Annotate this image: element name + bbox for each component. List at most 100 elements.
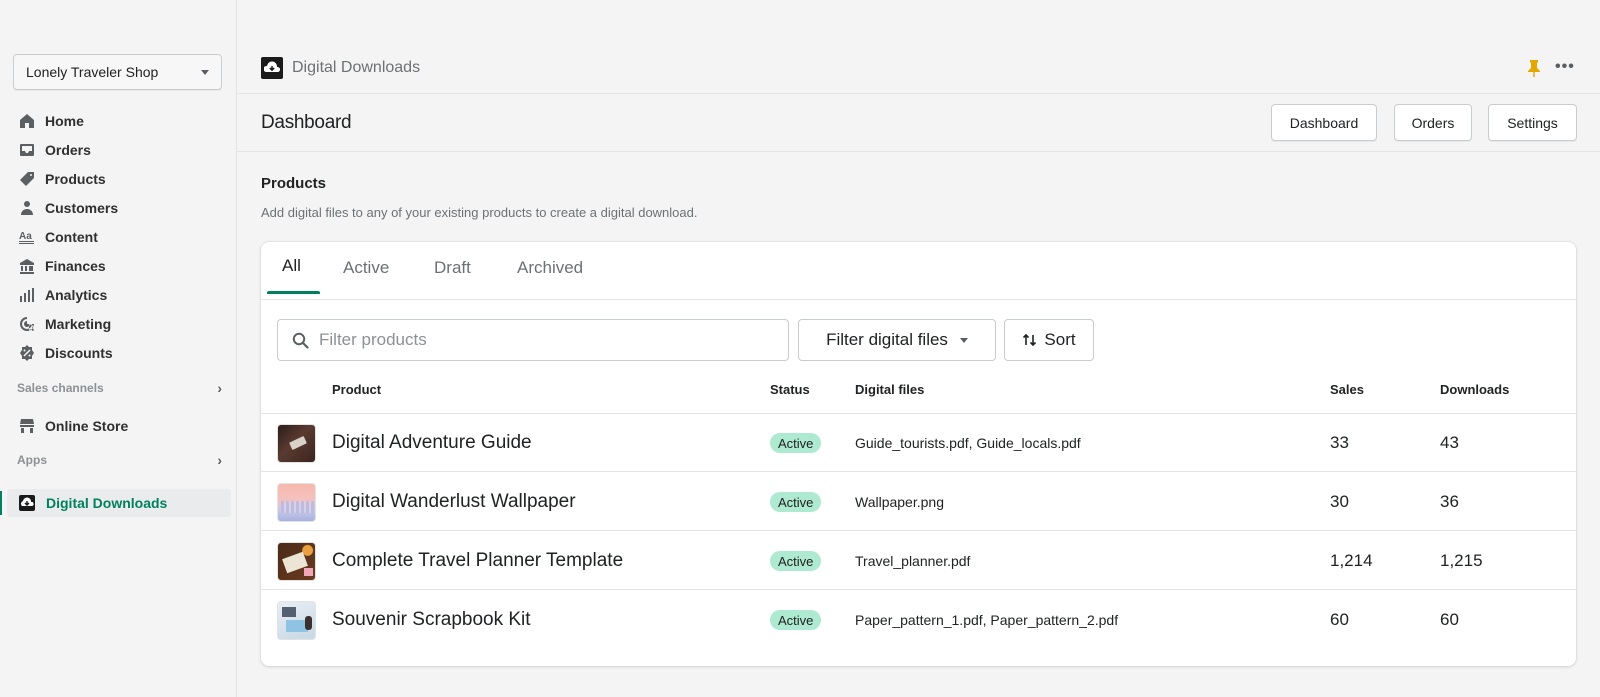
discount-icon — [19, 344, 35, 361]
table-row[interactable]: Digital Adventure Guide Active Guide_tou… — [261, 414, 1576, 472]
app-header: Digital Downloads ••• — [237, 44, 1600, 94]
nav-label: Products — [45, 170, 106, 187]
filter-products-input[interactable] — [319, 330, 769, 350]
nav-item-products[interactable]: Products — [0, 164, 236, 193]
nav-item-orders[interactable]: Orders — [0, 135, 236, 164]
product-name[interactable]: Complete Travel Planner Template — [332, 550, 623, 572]
status-badge: Active — [770, 551, 822, 571]
orders-icon — [19, 142, 35, 158]
column-header-status[interactable]: Status — [770, 382, 810, 397]
tab-archived[interactable]: Archived — [517, 258, 583, 278]
product-name[interactable]: Digital Wanderlust Wallpaper — [332, 491, 576, 513]
digital-files: Guide_tourists.pdf, Guide_locals.pdf — [855, 435, 1081, 451]
status-badge: Active — [770, 610, 822, 630]
status-badge: Active — [770, 433, 822, 453]
column-header-product[interactable]: Product — [332, 382, 381, 397]
downloads-count: 60 — [1440, 610, 1459, 629]
settings-button[interactable]: Settings — [1488, 104, 1577, 141]
person-icon — [19, 200, 35, 216]
download-app-icon — [19, 495, 35, 511]
store-icon — [19, 418, 35, 434]
chevron-right-icon[interactable]: › — [217, 452, 222, 468]
downloads-count: 36 — [1440, 492, 1459, 511]
nav-item-home[interactable]: Home — [0, 106, 236, 135]
nav-label: Content — [45, 228, 98, 245]
downloads-count: 43 — [1440, 433, 1459, 452]
active-indicator — [0, 491, 2, 515]
product-name[interactable]: Digital Adventure Guide — [332, 432, 532, 454]
nav-label: Online Store — [45, 417, 129, 434]
tab-all[interactable]: All — [282, 256, 301, 276]
tab-draft[interactable]: Draft — [434, 258, 471, 278]
table-row[interactable]: Digital Wanderlust Wallpaper Active Wall… — [261, 473, 1576, 531]
downloads-count: 1,215 — [1440, 551, 1483, 570]
online-store-item[interactable]: Online Store — [0, 411, 236, 440]
home-icon — [19, 113, 35, 129]
app-title-text: Digital Downloads — [292, 59, 421, 76]
filter-digital-files-button[interactable]: Filter digital files — [798, 319, 996, 361]
nav-label: Digital Downloads — [46, 495, 168, 511]
svg-text:Aa: Aa — [19, 231, 32, 242]
shop-selector[interactable]: Lonely Traveler Shop — [13, 54, 222, 90]
more-actions-icon[interactable]: ••• — [1555, 59, 1575, 75]
nav-item-marketing[interactable]: Marketing — [0, 309, 236, 338]
nav-label: Customers — [45, 199, 119, 216]
products-description: Add digital files to any of your existin… — [261, 205, 698, 220]
product-thumbnail — [277, 542, 316, 581]
tab-active[interactable]: Active — [343, 258, 389, 278]
product-thumbnail — [277, 601, 316, 640]
nav-label: Discounts — [45, 344, 113, 361]
digital-files: Wallpaper.png — [855, 494, 944, 510]
orders-button[interactable]: Orders — [1394, 104, 1472, 141]
column-header-downloads[interactable]: Downloads — [1440, 382, 1509, 397]
sort-label: Sort — [1044, 330, 1076, 349]
dashboard-button[interactable]: Dashboard — [1271, 104, 1377, 141]
sidebar: Lonely Traveler Shop Home Orders Product… — [0, 0, 237, 697]
chevron-right-icon[interactable]: › — [217, 380, 222, 396]
nav-item-online-store[interactable]: Online Store — [0, 411, 236, 440]
search-field[interactable] — [277, 319, 789, 361]
sales-channels-label: Sales channels — [17, 381, 104, 395]
column-header-digital-files[interactable]: Digital files — [855, 382, 924, 397]
product-tabs: All Active Draft Archived — [261, 242, 1576, 300]
apps-header[interactable]: Apps › — [17, 452, 222, 468]
nav-label: Finances — [45, 257, 106, 274]
bar-chart-icon — [19, 287, 35, 303]
caret-down-icon — [959, 337, 968, 343]
nav-item-content[interactable]: Aa Content — [0, 222, 236, 251]
target-icon — [19, 316, 35, 332]
digital-files: Travel_planner.pdf — [855, 553, 971, 569]
sort-button[interactable]: Sort — [1004, 319, 1094, 361]
nav-item-discounts[interactable]: Discounts — [0, 338, 236, 367]
table-row[interactable]: Souvenir Scrapbook Kit Active Paper_patt… — [261, 591, 1576, 649]
nav-item-customers[interactable]: Customers — [0, 193, 236, 222]
sales-channels-header[interactable]: Sales channels › — [17, 380, 222, 396]
selected-tab-indicator — [267, 291, 320, 294]
sales-count: 1,214 — [1330, 551, 1373, 570]
column-header-sales[interactable]: Sales — [1330, 382, 1364, 397]
product-name[interactable]: Souvenir Scrapbook Kit — [332, 609, 531, 631]
sales-count: 30 — [1330, 492, 1349, 511]
nav-label: Home — [45, 112, 84, 129]
bank-icon — [19, 258, 35, 274]
main-nav: Home Orders Products Customers Aa Conten… — [0, 106, 236, 367]
nav-item-digital-downloads[interactable]: Digital Downloads — [7, 489, 231, 517]
nav-label: Orders — [45, 141, 91, 158]
product-thumbnail — [277, 424, 316, 463]
table-row[interactable]: Complete Travel Planner Template Active … — [261, 532, 1576, 590]
nav-label: Analytics — [45, 286, 108, 303]
products-heading: Products — [261, 175, 327, 192]
tag-icon — [19, 171, 35, 187]
pin-icon[interactable] — [1527, 59, 1541, 77]
app-title: Digital Downloads — [261, 57, 420, 79]
sales-count: 33 — [1330, 433, 1349, 452]
sort-icon — [1023, 333, 1037, 347]
page-title: Dashboard — [261, 112, 352, 133]
shop-name: Lonely Traveler Shop — [26, 64, 159, 80]
status-badge: Active — [770, 492, 822, 512]
products-card: All Active Draft Archived Filter digital… — [261, 242, 1576, 666]
nav-item-analytics[interactable]: Analytics — [0, 280, 236, 309]
sales-count: 60 — [1330, 610, 1349, 629]
nav-item-finances[interactable]: Finances — [0, 251, 236, 280]
filter-label: Filter digital files — [826, 330, 948, 349]
